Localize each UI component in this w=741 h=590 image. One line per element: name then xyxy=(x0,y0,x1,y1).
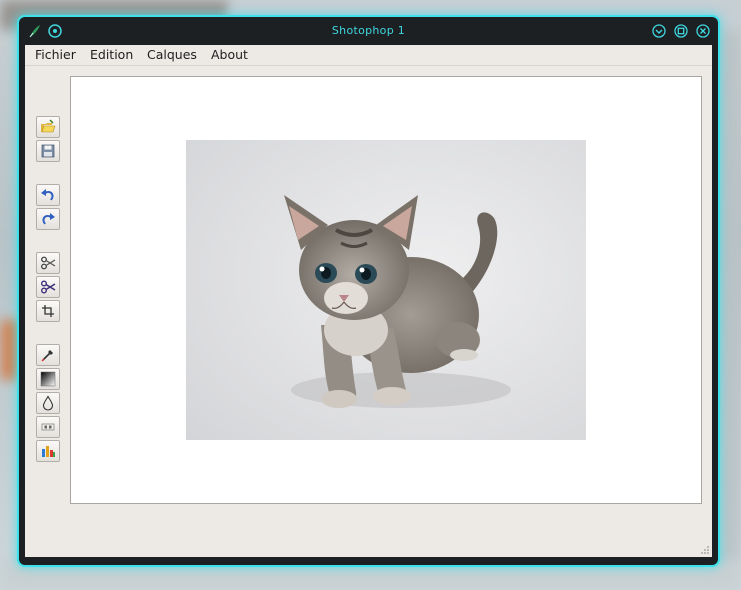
title-bar[interactable]: Shotophop 1 xyxy=(19,17,718,45)
redo-icon xyxy=(42,213,55,225)
gradient-button[interactable] xyxy=(36,368,60,390)
desktop-background xyxy=(716,30,741,560)
undo-button[interactable] xyxy=(36,184,60,206)
save-button[interactable] xyxy=(36,140,60,162)
app-window: Shotophop 1 Fichier Edition Calques Abou… xyxy=(19,17,718,565)
eyedropper-icon xyxy=(41,350,53,362)
open-button[interactable] xyxy=(36,116,60,138)
drop-button[interactable] xyxy=(36,392,60,414)
resize-icon xyxy=(41,423,55,431)
menu-bar: Fichier Edition Calques About xyxy=(25,45,712,66)
open-icon xyxy=(41,119,56,133)
gradient-icon xyxy=(40,371,56,387)
resize-button[interactable] xyxy=(36,416,60,438)
crop-button[interactable] xyxy=(36,300,60,322)
menu-edition[interactable]: Edition xyxy=(86,47,137,62)
menu-fichier[interactable]: Fichier xyxy=(31,47,80,62)
menu-calques[interactable]: Calques xyxy=(143,47,201,62)
menu-about[interactable]: About xyxy=(207,47,252,62)
save-icon xyxy=(41,144,55,158)
cut-button[interactable] xyxy=(36,252,60,274)
drop-icon xyxy=(42,395,54,411)
eyedropper-button[interactable] xyxy=(36,344,60,366)
histogram-icon xyxy=(42,446,55,457)
histogram-button[interactable] xyxy=(36,440,60,462)
resize-grip-icon[interactable] xyxy=(700,545,710,555)
kitten-photo xyxy=(186,140,586,440)
scissors-icon xyxy=(41,280,56,294)
cut-icon xyxy=(41,256,56,270)
redo-button[interactable] xyxy=(36,208,60,230)
minimize-icon[interactable] xyxy=(652,24,666,38)
maximize-icon[interactable] xyxy=(674,24,688,38)
undo-icon xyxy=(41,189,54,201)
close-icon[interactable] xyxy=(696,24,710,38)
image-canvas[interactable] xyxy=(70,76,702,504)
window-title: Shotophop 1 xyxy=(331,24,406,37)
scissors-button[interactable] xyxy=(36,276,60,298)
client-area: Fichier Edition Calques About xyxy=(25,45,712,557)
crop-icon xyxy=(42,305,54,317)
